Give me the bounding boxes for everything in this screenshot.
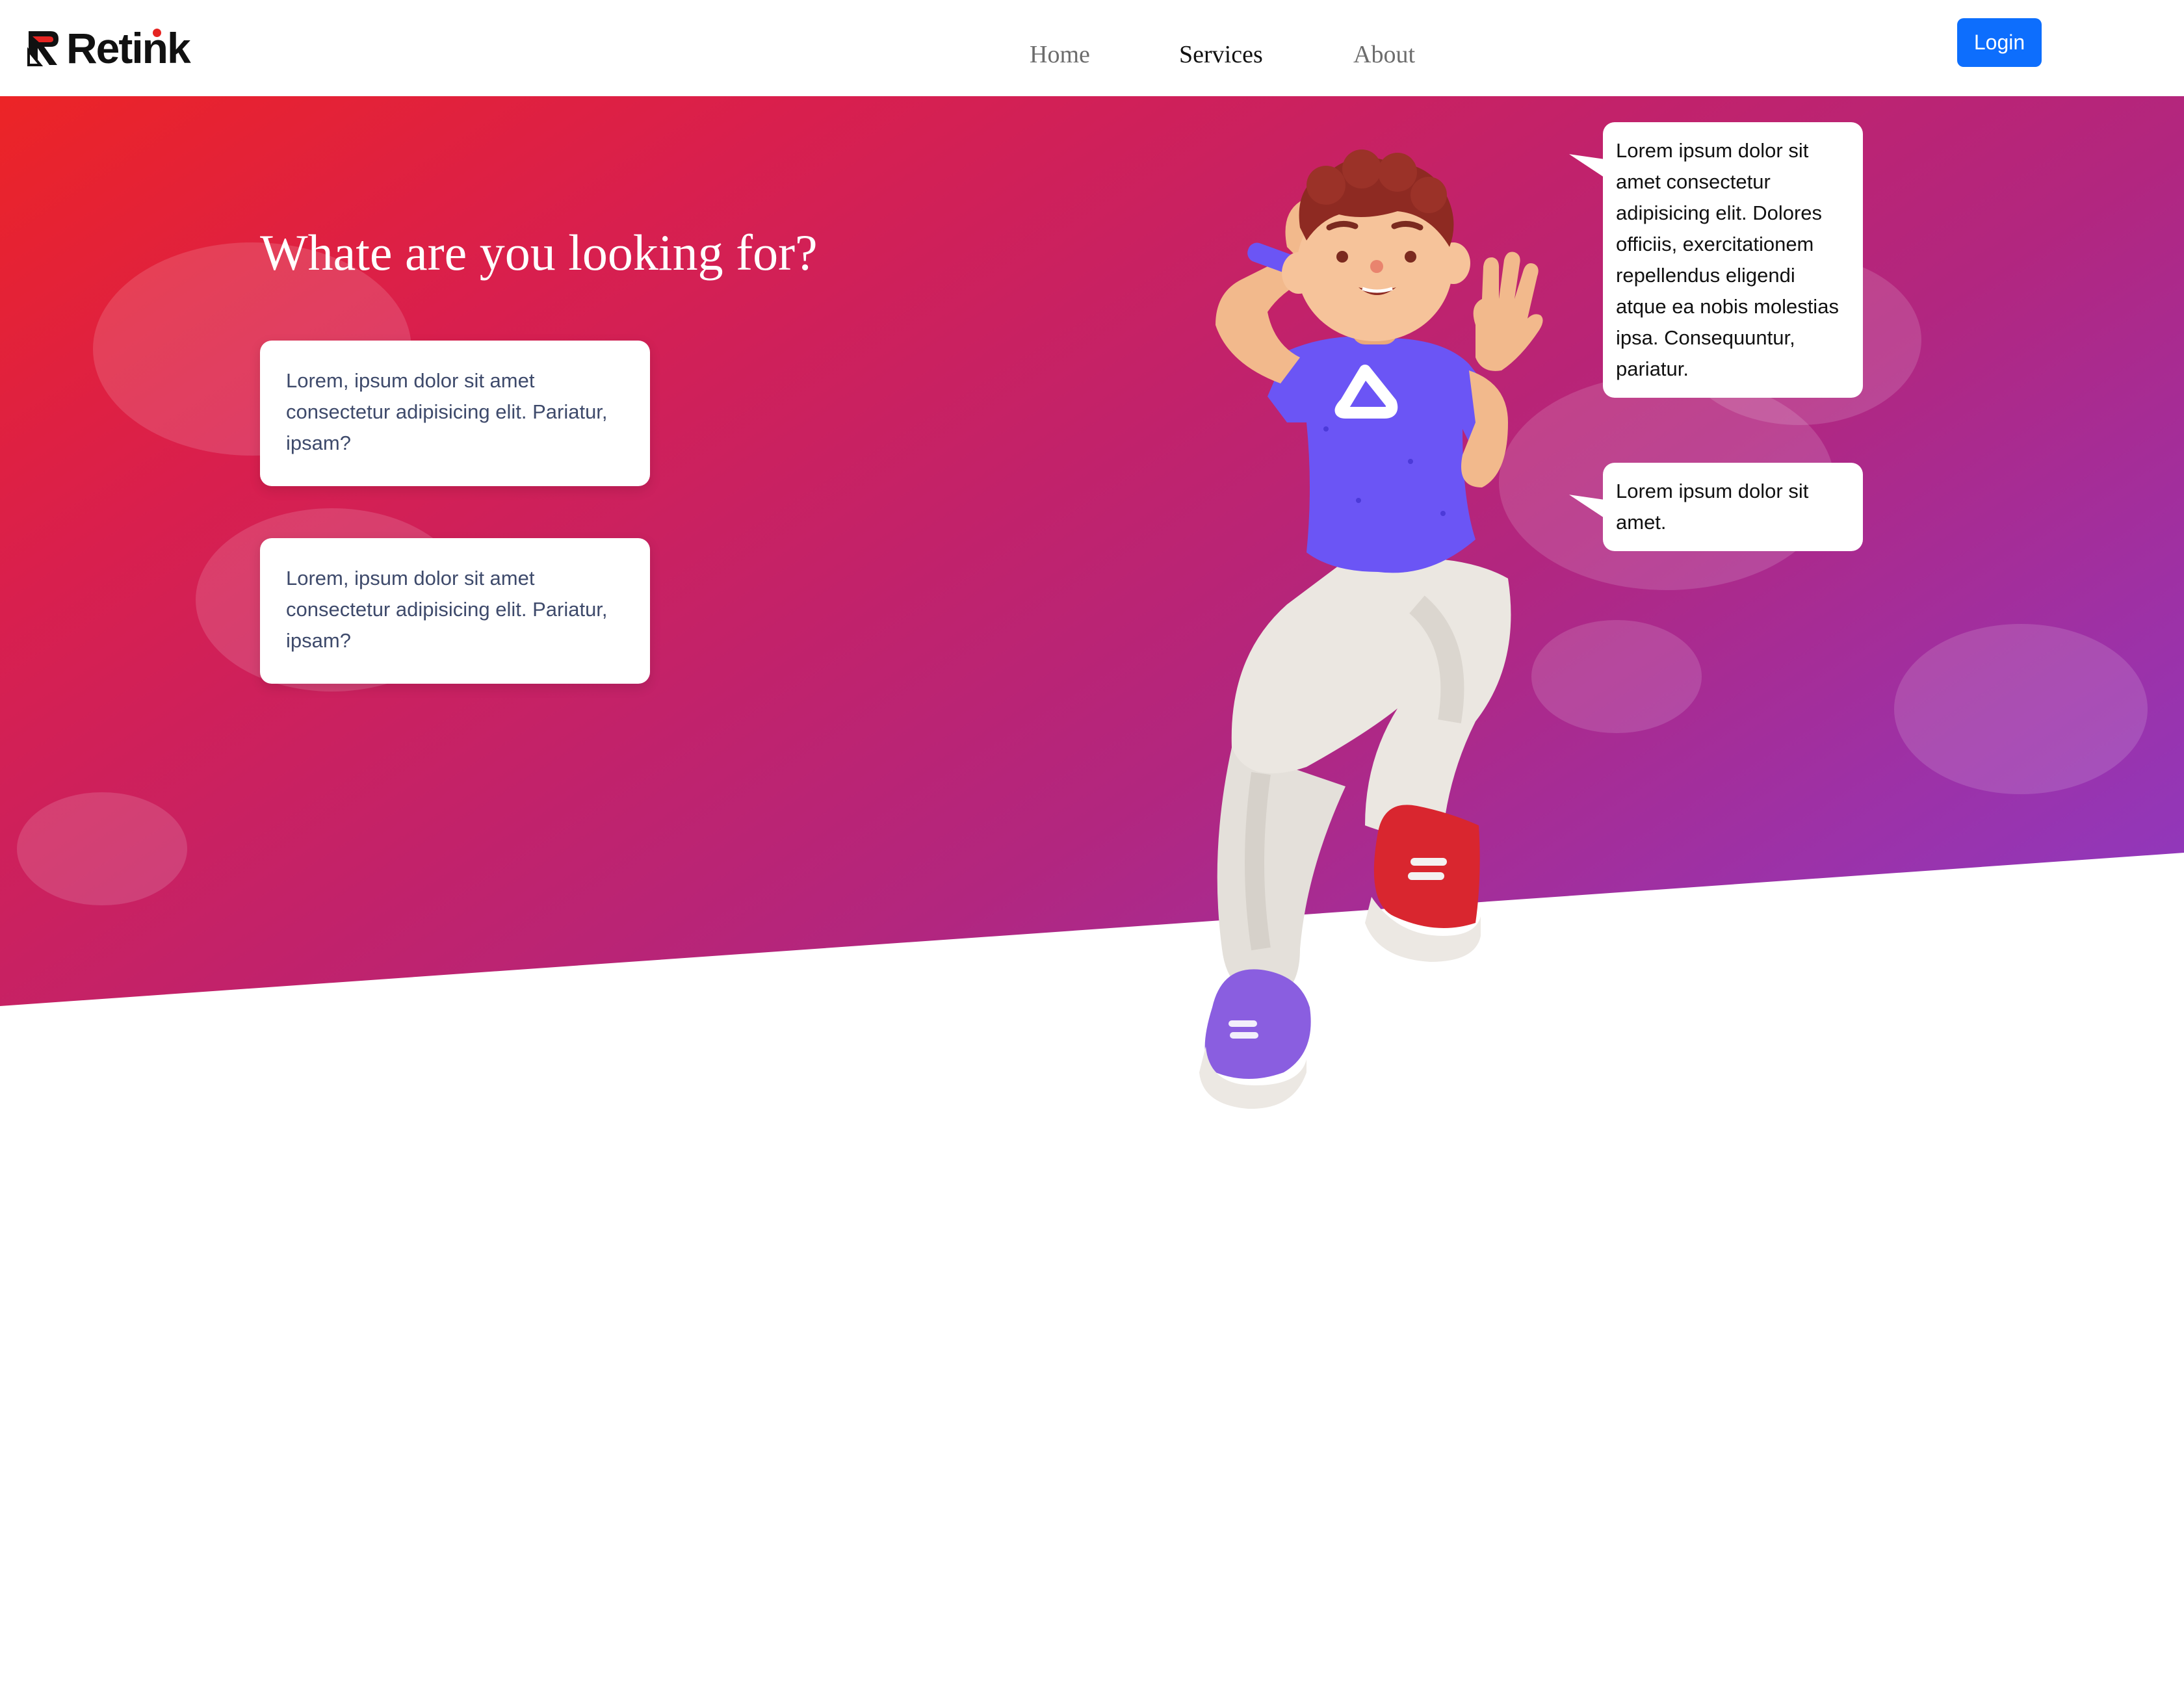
waving-character-illustration bbox=[1199, 149, 1543, 1109]
decor-circle bbox=[1894, 624, 2148, 794]
speech-bubble: Lorem ipsum dolor sit amet consectetur a… bbox=[1603, 122, 1863, 398]
nav-link-about[interactable]: About bbox=[1353, 36, 1415, 73]
top-navbar: Retink Home Services About Login bbox=[0, 0, 2184, 96]
speech-bubble: Lorem ipsum dolor sit amet. bbox=[1603, 463, 1863, 551]
nav-link-home[interactable]: Home bbox=[1030, 36, 1090, 73]
info-card[interactable]: Lorem, ipsum dolor sit amet consectetur … bbox=[260, 341, 650, 486]
hero-title: Whate are you looking for? bbox=[260, 224, 818, 281]
info-card-text: Lorem, ipsum dolor sit amet consectetur … bbox=[286, 369, 608, 454]
info-card[interactable]: Lorem, ipsum dolor sit amet consectetur … bbox=[260, 538, 650, 684]
speech-bubble-text: Lorem ipsum dolor sit amet. bbox=[1616, 480, 1809, 534]
decor-circle bbox=[17, 792, 187, 905]
nav-links: Home Services About bbox=[0, 36, 2184, 75]
nav-link-services[interactable]: Services bbox=[1179, 36, 1263, 73]
speech-bubble-text: Lorem ipsum dolor sit amet consectetur a… bbox=[1616, 139, 1839, 380]
info-card-text: Lorem, ipsum dolor sit amet consectetur … bbox=[286, 567, 608, 652]
login-button[interactable]: Login bbox=[1957, 18, 2042, 67]
